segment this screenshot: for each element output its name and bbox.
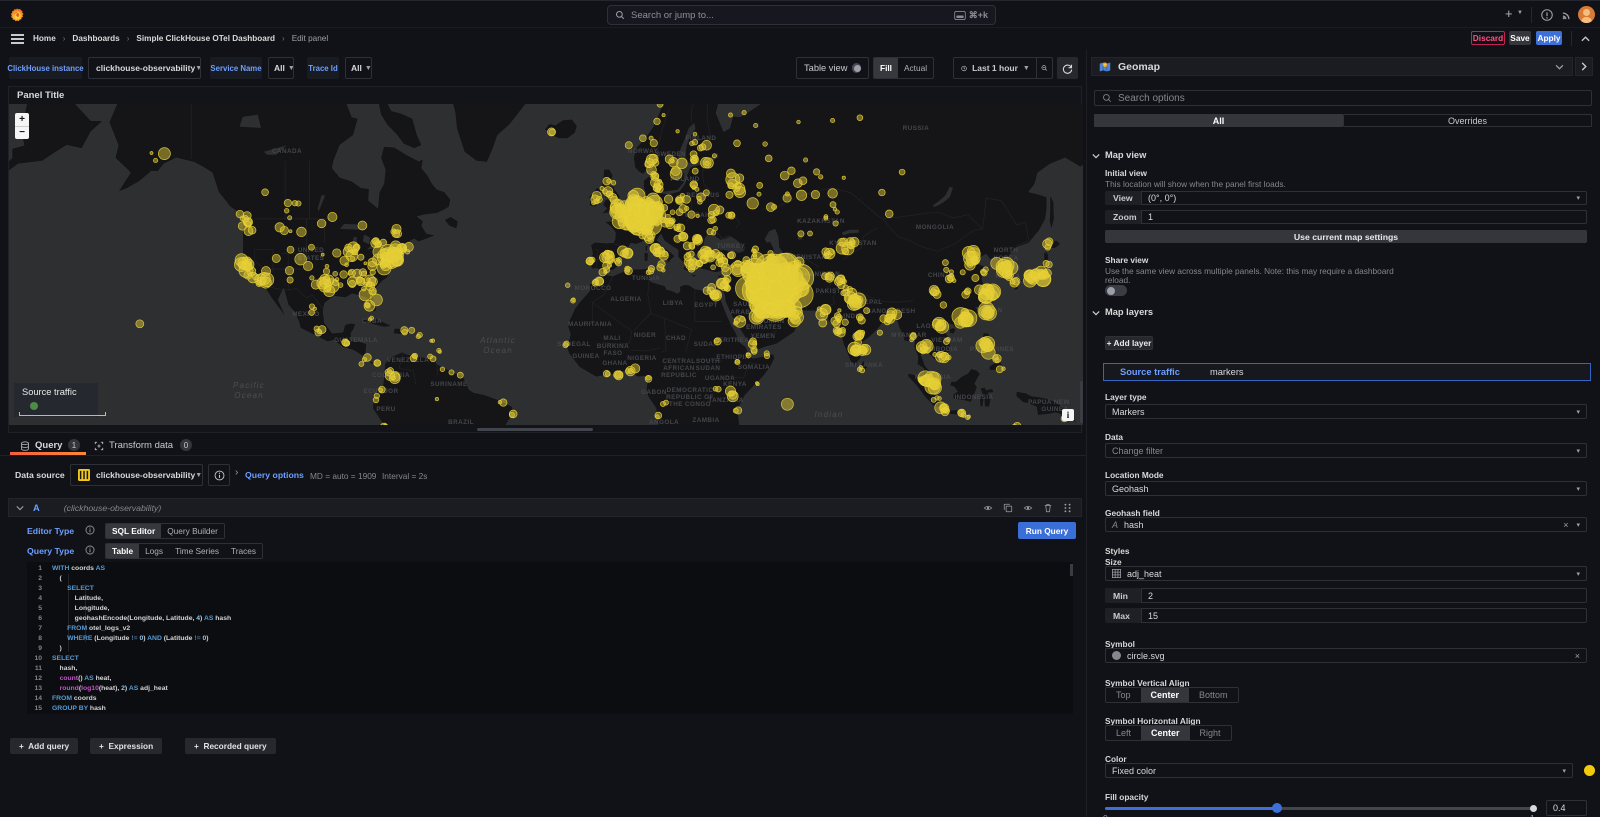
svg-text:AFRICAN: AFRICAN (663, 365, 694, 372)
svg-text:TUNISIA: TUNISIA (632, 275, 660, 282)
svg-text:DEMOCRATIC: DEMOCRATIC (667, 387, 714, 394)
svg-text:TURKEY: TURKEY (717, 243, 746, 250)
svg-text:GUINEA: GUINEA (572, 353, 599, 360)
svg-text:BURKINA: BURKINA (597, 343, 629, 350)
svg-text:ETHIOPIA: ETHIOPIA (716, 354, 749, 361)
svg-text:INDONESIA: INDONESIA (954, 394, 993, 401)
svg-text:Ocean: Ocean (234, 391, 264, 400)
svg-text:NIGER: NIGER (634, 332, 656, 339)
svg-text:VENEZUELA: VENEZUELA (387, 357, 429, 364)
svg-text:CENTRAL: CENTRAL (662, 358, 695, 365)
svg-text:CHAD: CHAD (666, 335, 686, 342)
svg-text:TANZANIA: TANZANIA (708, 397, 743, 404)
svg-text:MYANMAR: MYANMAR (891, 332, 926, 339)
svg-text:ALGERIA: ALGERIA (610, 296, 642, 303)
svg-text:LIBYA: LIBYA (663, 300, 684, 307)
svg-text:NORTH: NORTH (994, 247, 1019, 254)
svg-text:EGYPT: EGYPT (694, 302, 718, 309)
svg-text:REPUBLIC: REPUBLIC (661, 372, 697, 379)
svg-text:CANADA: CANADA (272, 148, 302, 155)
svg-text:RUSSIA: RUSSIA (903, 125, 930, 132)
svg-text:NIGERIA: NIGERIA (627, 355, 656, 362)
svg-text:MALI: MALI (603, 335, 620, 342)
svg-text:KENYA: KENYA (723, 381, 747, 388)
svg-text:Ocean: Ocean (483, 346, 513, 355)
svg-text:SOUTH: SOUTH (696, 358, 720, 365)
svg-text:SENEGAL: SENEGAL (557, 341, 591, 348)
svg-text:FASO: FASO (604, 350, 623, 357)
svg-text:PAPUA NEW: PAPUA NEW (1028, 399, 1070, 406)
svg-text:MOROCCO: MOROCCO (575, 285, 612, 292)
svg-text:MEXICO: MEXICO (292, 311, 320, 318)
svg-text:SURINAME: SURINAME (430, 381, 467, 388)
svg-text:SOMALIA: SOMALIA (738, 364, 770, 371)
svg-text:REPUBLIC OF: REPUBLIC OF (666, 394, 714, 401)
svg-text:MAURITANIA: MAURITANIA (568, 321, 612, 328)
svg-text:ERITREA: ERITREA (719, 337, 750, 344)
svg-text:GHANA: GHANA (602, 360, 627, 367)
svg-text:Pacific: Pacific (233, 381, 265, 390)
svg-text:BRAZIL: BRAZIL (448, 419, 474, 425)
svg-text:Indian: Indian (815, 410, 844, 419)
svg-text:Atlantic: Atlantic (479, 336, 516, 345)
svg-text:SRI LANKA: SRI LANKA (845, 362, 883, 369)
svg-text:THE CONGO: THE CONGO (669, 401, 711, 408)
svg-text:GUATEMALA: GUATEMALA (334, 337, 378, 344)
svg-text:FINLAND: FINLAND (686, 135, 717, 142)
svg-text:GABON: GABON (641, 389, 667, 396)
svg-text:PERU: PERU (376, 406, 395, 413)
svg-text:ANGOLA: ANGOLA (649, 419, 679, 425)
svg-text:SUDAN: SUDAN (696, 365, 721, 372)
svg-text:UGANDA: UGANDA (705, 375, 735, 382)
svg-text:EMIRATES: EMIRATES (746, 324, 782, 331)
svg-text:MONGOLIA: MONGOLIA (916, 224, 954, 231)
svg-text:ZAMBIA: ZAMBIA (692, 417, 719, 424)
